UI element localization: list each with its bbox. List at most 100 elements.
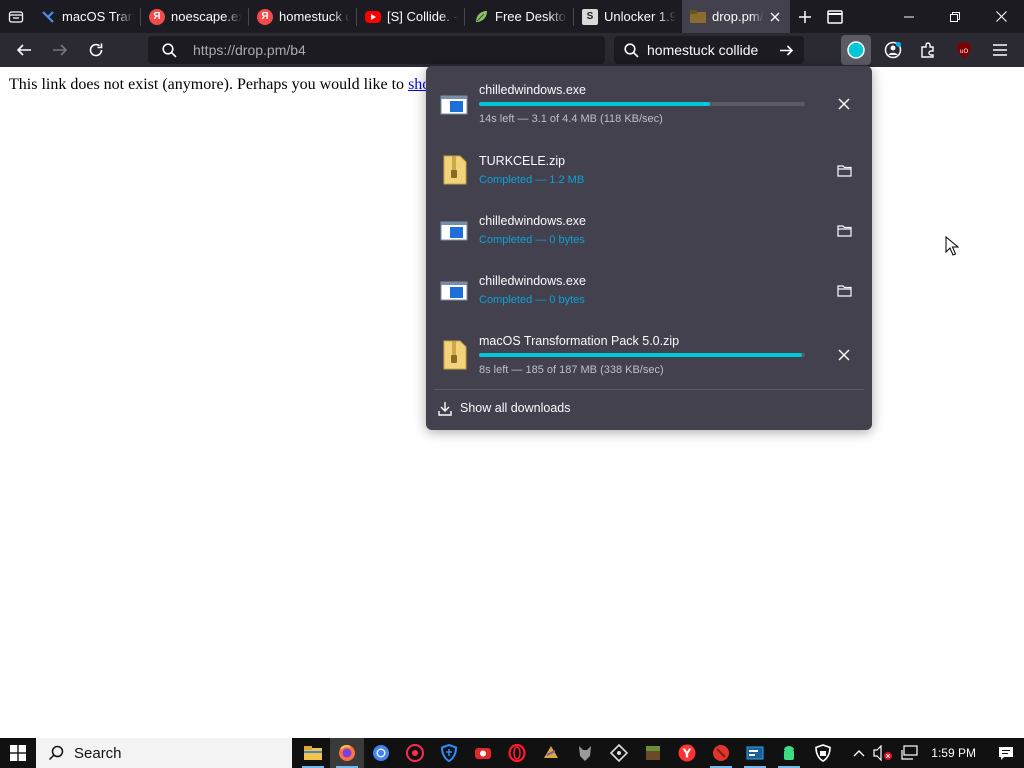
taskbar-search-box[interactable]: Search bbox=[36, 738, 292, 768]
arrow-left-icon bbox=[16, 44, 31, 56]
tab-close-button[interactable] bbox=[766, 8, 784, 26]
download-item[interactable]: chilledwindows.exe 14s left — 3.1 of 4.4… bbox=[434, 74, 864, 134]
firefox-view-icon bbox=[8, 10, 24, 23]
taskbar-app-red[interactable] bbox=[704, 738, 738, 768]
windows-taskbar: Search Y 1:59 PM bbox=[0, 738, 1024, 768]
show-hidden-icons-button[interactable] bbox=[849, 738, 869, 768]
tab-drop-pm[interactable]: drop.pm/ bbox=[682, 0, 790, 33]
back-button[interactable] bbox=[6, 33, 42, 67]
action-center-button[interactable] bbox=[988, 738, 1024, 768]
taskbar-app-inkscape[interactable] bbox=[602, 738, 636, 768]
show-all-downloads-button[interactable]: Show all downloads bbox=[438, 398, 571, 418]
download-filename: chilledwindows.exe bbox=[479, 214, 587, 228]
extensions-button[interactable] bbox=[913, 35, 943, 65]
windows-logo-icon bbox=[10, 745, 26, 761]
reload-icon bbox=[89, 43, 103, 57]
address-bar[interactable]: https://drop.pm/b4 bbox=[148, 36, 605, 64]
downloads-button[interactable] bbox=[841, 35, 871, 65]
notification-icon bbox=[999, 746, 1013, 760]
download-status: Completed — 1.2 MB bbox=[479, 174, 585, 186]
firefox-view-button[interactable] bbox=[0, 0, 32, 33]
minecraft-icon bbox=[646, 746, 660, 760]
tab-homestuck[interactable]: Я homestuck c bbox=[249, 0, 356, 33]
download-status: 8s left — 185 of 187 MB (338 KB/sec) bbox=[479, 364, 664, 376]
restore-icon bbox=[950, 11, 960, 22]
download-item[interactable]: macOS Transformation Pack 5.0.zip 8s lef… bbox=[434, 325, 864, 385]
minimize-button[interactable] bbox=[886, 0, 932, 33]
wolf-icon bbox=[579, 746, 591, 761]
downloads-panel: chilledwindows.exe 14s left — 3.1 of 4.4… bbox=[426, 66, 872, 430]
tab-collide[interactable]: [S] Collide. - bbox=[357, 0, 464, 33]
go-arrow-icon[interactable] bbox=[779, 43, 794, 58]
tab-title: Unlocker 1.9. bbox=[604, 9, 676, 24]
close-icon bbox=[770, 12, 780, 21]
yandex-icon: Я bbox=[257, 8, 273, 25]
download-item[interactable]: TURKCELE.zip Completed — 1.2 MB bbox=[434, 140, 864, 200]
taskbar-app-shield[interactable] bbox=[432, 738, 466, 768]
chevron-up-icon bbox=[853, 750, 865, 757]
taskbar-app-firefox[interactable] bbox=[330, 738, 364, 768]
taskbar-app-yandex-browser[interactable]: Y bbox=[670, 738, 704, 768]
download-filename: chilledwindows.exe bbox=[479, 83, 587, 97]
taskbar-app-security[interactable] bbox=[806, 738, 840, 768]
exe-file-icon bbox=[440, 221, 468, 241]
download-filename: macOS Transformation Pack 5.0.zip bbox=[479, 334, 680, 348]
download-status: Completed — 0 bytes bbox=[479, 294, 585, 306]
open-containing-folder-button[interactable] bbox=[830, 216, 858, 244]
puzzle-icon bbox=[921, 42, 934, 58]
firefox-icon bbox=[339, 744, 355, 761]
yandex-icon: Я bbox=[149, 8, 165, 25]
open-containing-folder-button[interactable] bbox=[830, 156, 858, 184]
taskbar-app-terminal[interactable] bbox=[738, 738, 772, 768]
taskbar-app-opera[interactable] bbox=[500, 738, 534, 768]
taskbar-clock[interactable]: 1:59 PM bbox=[923, 746, 988, 760]
hamburger-menu-icon bbox=[993, 44, 1007, 56]
open-containing-folder-button[interactable] bbox=[830, 276, 858, 304]
tab-title: drop.pm/ bbox=[712, 9, 764, 24]
system-tray: 1:59 PM bbox=[849, 738, 1024, 768]
download-filename: chilledwindows.exe bbox=[479, 274, 587, 288]
close-icon bbox=[838, 98, 850, 110]
taskbar-app-minecraft[interactable] bbox=[636, 738, 670, 768]
download-filename: TURKCELE.zip bbox=[479, 154, 566, 168]
taskbar-app-wolf[interactable] bbox=[568, 738, 602, 768]
ublock-origin-button[interactable]: uO bbox=[949, 35, 979, 65]
search-bar[interactable]: homestuck collide bbox=[614, 36, 804, 64]
network-icon bbox=[901, 745, 918, 760]
taskbar-app-file-explorer[interactable] bbox=[296, 738, 330, 768]
forward-button[interactable] bbox=[42, 33, 78, 67]
yandex-browser-icon: Y bbox=[678, 744, 696, 762]
terminal-app-icon bbox=[746, 746, 764, 760]
start-button[interactable] bbox=[0, 738, 36, 768]
cancel-download-button[interactable] bbox=[830, 90, 858, 118]
taskbar-app-chrome[interactable] bbox=[364, 738, 398, 768]
zip-file-icon bbox=[443, 155, 467, 185]
close-window-button[interactable] bbox=[978, 0, 1024, 33]
reload-button[interactable] bbox=[78, 33, 114, 67]
account-button[interactable] bbox=[878, 35, 908, 65]
volume-button[interactable] bbox=[869, 738, 897, 768]
taskbar-app-game[interactable] bbox=[534, 738, 568, 768]
tab-title: noescape.exe bbox=[171, 9, 242, 24]
minimize-icon bbox=[904, 16, 914, 17]
cancel-download-button[interactable] bbox=[830, 341, 858, 369]
list-all-tabs-button[interactable] bbox=[820, 0, 850, 33]
shield-app-icon bbox=[441, 744, 457, 762]
taskbar-app-opera-gx[interactable] bbox=[398, 738, 432, 768]
download-item[interactable]: chilledwindows.exe Completed — 0 bytes bbox=[434, 200, 864, 260]
volume-muted-icon bbox=[873, 745, 893, 761]
network-button[interactable] bbox=[897, 738, 923, 768]
tab-free-desktop[interactable]: Free Desktop bbox=[465, 0, 573, 33]
tab-noescape[interactable]: Я noescape.exe bbox=[141, 0, 248, 33]
youtube-icon bbox=[365, 10, 381, 23]
taskbar-app-recorder[interactable] bbox=[466, 738, 500, 768]
tab-unlocker[interactable]: S Unlocker 1.9. bbox=[574, 0, 682, 33]
application-menu-button[interactable] bbox=[985, 35, 1015, 65]
restore-button[interactable] bbox=[932, 0, 978, 33]
tab-macos-transf[interactable]: macOS Transf bbox=[32, 0, 140, 33]
account-icon bbox=[884, 41, 902, 59]
taskbar-app-android[interactable] bbox=[772, 738, 806, 768]
new-tab-button[interactable] bbox=[790, 0, 820, 33]
download-item[interactable]: chilledwindows.exe Completed — 0 bytes bbox=[434, 260, 864, 320]
folder-icon bbox=[690, 9, 706, 25]
